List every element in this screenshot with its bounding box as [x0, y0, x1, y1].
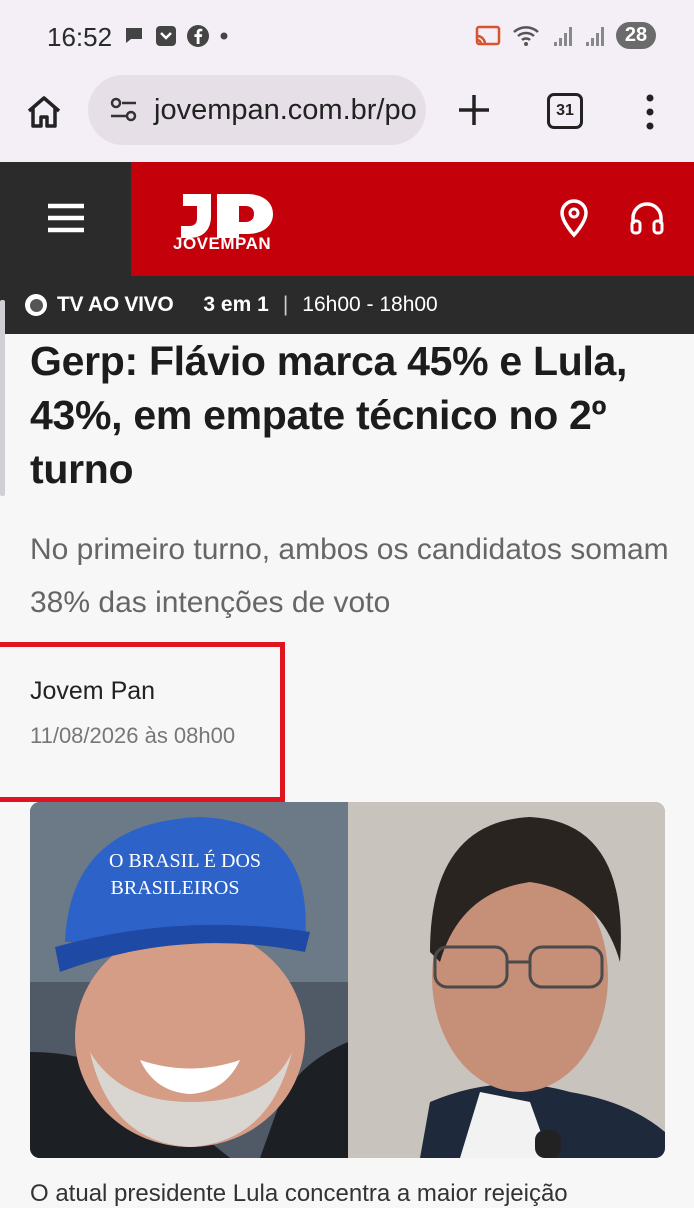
site-header: JOVEMPAN — [0, 162, 694, 276]
article-headline: Gerp: Flávio marca 45% e Lula, 43%, em e… — [30, 338, 628, 492]
highlight-box — [0, 642, 285, 802]
menu-button[interactable] — [0, 162, 131, 276]
article-author[interactable]: Jovem Pan — [30, 677, 155, 706]
address-bar[interactable]: jovempan.com.br/po — [88, 75, 426, 145]
pocket-icon — [156, 26, 176, 46]
notification-icons — [122, 24, 230, 48]
article-image[interactable]: O BRASIL É DOS BRASILEIROS — [30, 802, 665, 1158]
chat-icon — [126, 28, 142, 43]
article-subhead: No primeiro turno, ambos os candidatos s… — [30, 533, 669, 619]
more-options-icon[interactable] — [640, 92, 660, 132]
wifi-icon — [513, 25, 539, 46]
location-pin-icon[interactable] — [557, 198, 591, 238]
url-text[interactable]: jovempan.com.br/po — [154, 94, 417, 127]
new-tab-icon[interactable] — [454, 90, 494, 130]
live-tv-bar[interactable]: TV AO VIVO 3 em 1 | 16h00 - 18h00 — [0, 276, 694, 334]
brand-name: JOVEMPAN — [173, 234, 272, 253]
cap-text-2: BRASILEIROS — [111, 877, 240, 899]
article-date: 11/08/2026 às 08h00 — [30, 723, 236, 748]
program-time: 16h00 - 18h00 — [302, 293, 438, 316]
status-bar: 16:52 28 — [0, 0, 694, 76]
signal-icon — [554, 26, 572, 46]
site-settings-icon[interactable] — [108, 94, 140, 126]
program-name: 3 em 1 — [203, 293, 269, 316]
system-icons: 28 — [474, 22, 656, 49]
home-icon[interactable] — [24, 92, 64, 132]
hamburger-icon[interactable] — [48, 202, 84, 234]
image-caption: O atual presidente Lula concentra a maio… — [30, 1180, 568, 1207]
cast-icon — [475, 25, 501, 45]
separator: | — [282, 293, 289, 316]
cap-text: O BRASIL É DOS — [109, 849, 261, 872]
dot-icon — [220, 32, 228, 40]
scroll-indicator — [0, 300, 5, 496]
facebook-icon — [187, 25, 209, 47]
tab-switcher-button[interactable]: 31 — [547, 93, 583, 129]
brand-bar: JOVEMPAN — [131, 162, 694, 276]
live-label: TV AO VIVO — [57, 293, 174, 316]
headphones-icon[interactable] — [629, 200, 665, 236]
signal-icon — [586, 26, 604, 46]
live-indicator-icon — [25, 294, 47, 316]
status-time: 16:52 — [47, 22, 113, 52]
article-photo-illustration: O BRASIL É DOS BRASILEIROS — [30, 802, 665, 1158]
battery-icon: 28 — [616, 22, 656, 49]
browser-toolbar: jovempan.com.br/po 31 — [0, 75, 694, 162]
